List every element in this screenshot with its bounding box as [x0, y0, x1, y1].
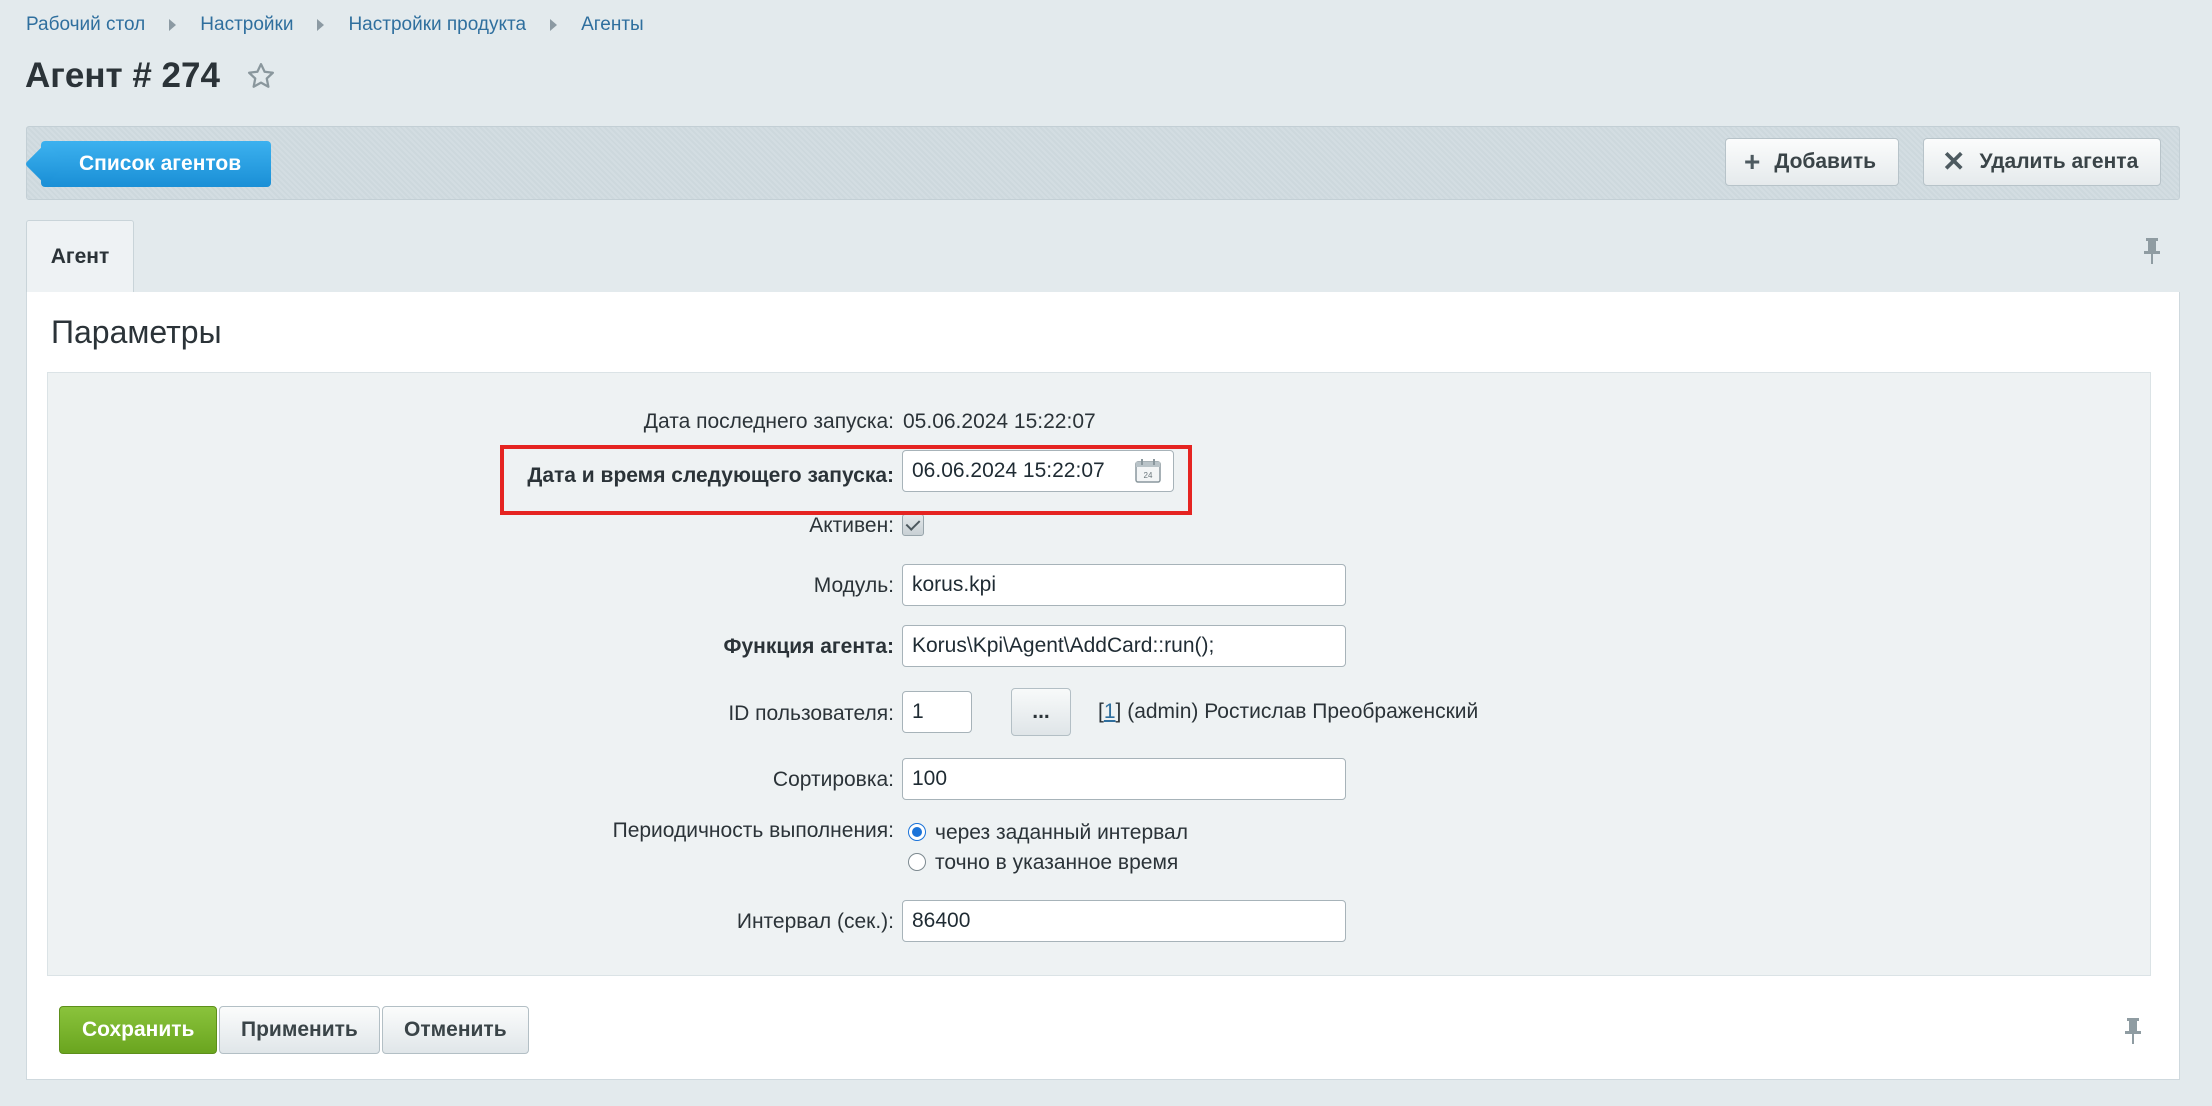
active-label: Активен:: [809, 514, 894, 537]
highlight-box: [500, 445, 1192, 515]
delete-agent-label: Удалить агента: [1979, 150, 2139, 173]
toolbar: Список агентов + Добавить ✕ Удалить аген…: [26, 126, 2180, 200]
breadcrumb: Рабочий стол Настройки Настройки продукт…: [26, 12, 644, 38]
last-run-label: Дата последнего запуска:: [643, 410, 894, 433]
section-title: Параметры: [51, 314, 222, 350]
function-label: Функция агента:: [723, 635, 894, 658]
sort-input[interactable]: 100: [902, 758, 1346, 800]
form-panel: Параметры Дата последнего запуска: 05.06…: [26, 292, 2180, 1080]
breadcrumb-item-settings[interactable]: Настройки: [200, 14, 293, 36]
sort-label: Сортировка:: [772, 768, 894, 791]
add-button[interactable]: + Добавить: [1725, 138, 1900, 186]
apply-button[interactable]: Применить: [219, 1006, 380, 1054]
periodicity-option-exact-time[interactable]: точно в указанное время: [935, 851, 1178, 875]
save-button[interactable]: Сохранить: [59, 1006, 218, 1054]
user-link[interactable]: 1: [1104, 700, 1116, 723]
star-icon[interactable]: [246, 61, 276, 91]
breadcrumb-separator-icon: [317, 19, 325, 31]
breadcrumb-separator-icon: [169, 19, 177, 31]
pin-icon[interactable]: [2122, 1016, 2144, 1046]
user-info: [1] (admin) Ростислав Преображенский: [1098, 700, 1478, 724]
pin-icon[interactable]: [2141, 236, 2163, 266]
breadcrumb-separator-icon: [550, 19, 558, 31]
function-input[interactable]: Korus\Kpi\Agent\AddCard::run();: [902, 625, 1346, 667]
sort-value: 100: [912, 767, 948, 790]
module-input[interactable]: korus.kpi: [902, 564, 1346, 606]
user-picker-button[interactable]: ...: [1011, 688, 1071, 736]
periodicity-radio-interval[interactable]: [908, 823, 926, 841]
page-title-row: Агент # 274: [25, 56, 276, 96]
interval-value: 86400: [912, 909, 971, 932]
user-id-input[interactable]: 1: [902, 691, 972, 733]
tab-agent-label: Агент: [50, 244, 110, 268]
periodicity-radio-exact-time[interactable]: [908, 853, 926, 871]
interval-input[interactable]: 86400: [902, 900, 1346, 942]
module-value: korus.kpi: [912, 573, 997, 596]
add-button-label: Добавить: [1774, 150, 1877, 173]
tab-agent[interactable]: Агент: [26, 220, 134, 292]
agent-list-button[interactable]: Список агентов: [41, 141, 272, 187]
plus-icon: +: [1744, 146, 1761, 177]
breadcrumb-item-product-settings[interactable]: Настройки продукта: [348, 14, 526, 36]
breadcrumb-item-agents[interactable]: Агенты: [581, 14, 644, 36]
agent-list-label: Список агентов: [79, 152, 242, 175]
page-title: Агент # 274: [25, 56, 220, 95]
user-id-value: 1: [912, 700, 924, 723]
periodicity-option-interval[interactable]: через заданный интервал: [935, 821, 1188, 845]
delete-agent-button[interactable]: ✕ Удалить агента: [1923, 138, 2162, 186]
last-run-value: 05.06.2024 15:22:07: [903, 410, 1096, 433]
cancel-button[interactable]: Отменить: [382, 1006, 529, 1054]
periodicity-label: Периодичность выполнения:: [612, 819, 894, 842]
tabs-bar: Агент: [26, 220, 2180, 295]
interval-label: Интервал (сек.):: [736, 910, 894, 933]
close-icon: ✕: [1942, 146, 1966, 177]
module-label: Модуль:: [813, 574, 894, 597]
function-value: Korus\Kpi\Agent\AddCard::run();: [912, 634, 1215, 657]
breadcrumb-item-desktop[interactable]: Рабочий стол: [26, 14, 145, 36]
user-id-label: ID пользователя:: [728, 702, 894, 725]
user-info-suffix: ] (admin) Ростислав Преображенский: [1115, 700, 1479, 723]
active-checkbox[interactable]: [902, 514, 924, 536]
